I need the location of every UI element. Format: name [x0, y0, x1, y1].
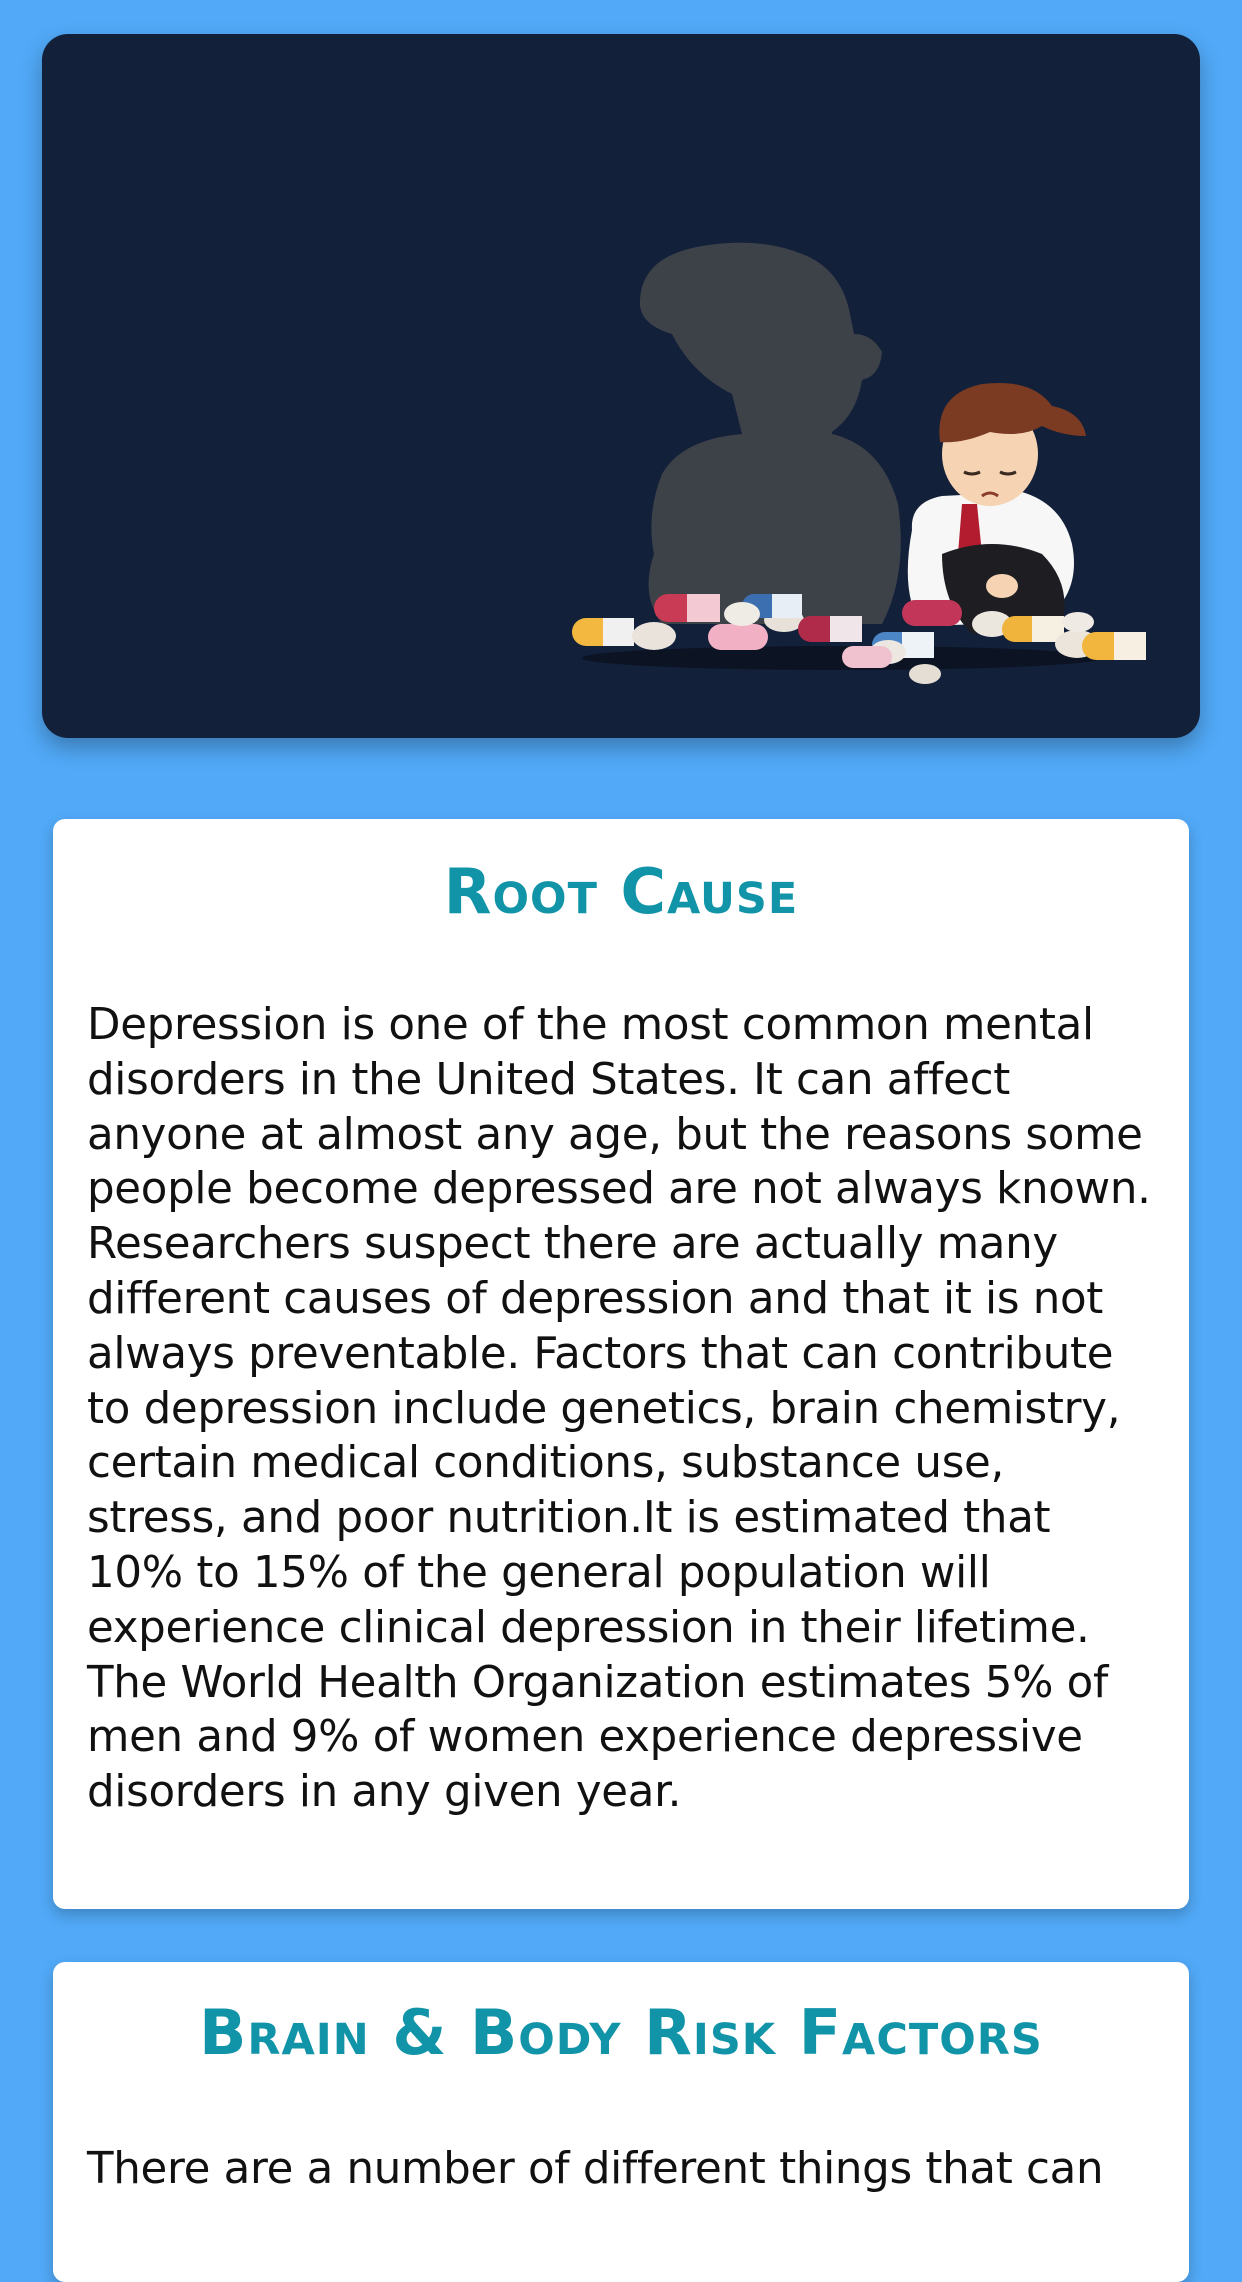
section-body: There are a number of different things t… [87, 2144, 1104, 2194]
hero-image [42, 34, 1200, 738]
section-title: Brain & Body Risk Factors [199, 1996, 1043, 2069]
risk-factors-card: Brain & Body Risk Factors There are a nu… [53, 1962, 1189, 2282]
sad-man-with-pills-illustration [572, 242, 1146, 684]
section-title: Root Cause [443, 855, 799, 928]
section-body: Depression is one of the most common men… [87, 1000, 1151, 1818]
root-cause-card: Root Cause Depression is one of the most… [53, 819, 1189, 1909]
